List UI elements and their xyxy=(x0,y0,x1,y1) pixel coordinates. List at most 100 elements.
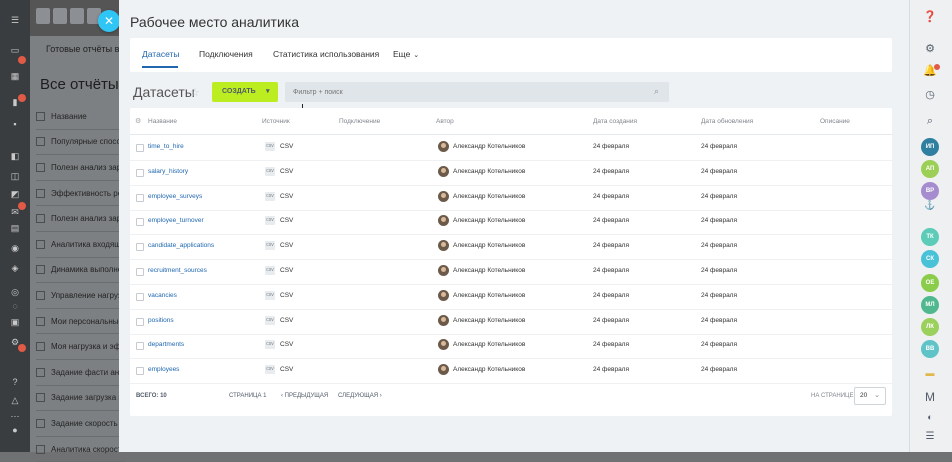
notes-icon[interactable]: ▬ xyxy=(921,364,939,382)
table-row[interactable]: departments csv CSV Александр Котельников 24… xyxy=(130,333,892,360)
prev-page-link[interactable]: ‹ ПРЕДЫДУЩАЯ xyxy=(281,393,328,399)
clock-icon[interactable]: ◷ xyxy=(921,86,939,104)
list-item[interactable]: Эффективность рекл xyxy=(36,181,126,207)
column-header-source[interactable]: Источник xyxy=(262,118,290,125)
shop-icon[interactable]: ◈ xyxy=(8,262,22,274)
checkbox[interactable] xyxy=(36,111,45,121)
list-item[interactable]: Аналитика входящих xyxy=(36,232,126,258)
row-checkbox[interactable] xyxy=(136,243,144,252)
dataset-author[interactable]: Александр Котельников xyxy=(453,341,525,348)
checkbox[interactable] xyxy=(36,342,45,352)
chat-icon[interactable]: ▭ xyxy=(8,44,22,56)
table-row[interactable]: positions csv CSV Александр Котельников 24 ф… xyxy=(130,309,892,335)
user-avatar[interactable]: ЛК xyxy=(921,318,939,336)
more-icon[interactable]: ⋯ xyxy=(8,410,22,422)
dataset-name-link[interactable]: employees xyxy=(148,366,179,373)
per-page-select[interactable]: 20 ⌄ xyxy=(854,387,886,405)
list-item[interactable]: Динамика выполнени xyxy=(36,258,126,284)
tasks-icon[interactable]: ▦ xyxy=(8,70,22,82)
user-avatar[interactable]: ОЕ xyxy=(921,274,939,292)
dataset-name-link[interactable]: salary_history xyxy=(148,168,188,175)
checkbox[interactable] xyxy=(36,290,45,300)
dataset-name-link[interactable]: positions xyxy=(148,317,174,324)
search-icon[interactable]: ⌕ xyxy=(921,112,939,130)
dataset-name-link[interactable]: employee_turnover xyxy=(148,217,204,224)
search-icon[interactable]: ⌕ xyxy=(654,86,659,97)
user-avatar[interactable]: ВВ xyxy=(921,340,939,358)
user-avatar[interactable]: МЛ xyxy=(921,296,939,314)
tab-datasets[interactable]: Датасеты xyxy=(142,49,180,59)
apps-icon[interactable]: ▣ xyxy=(8,316,22,328)
menu-icon[interactable]: ☰ xyxy=(921,428,939,446)
dataset-name-link[interactable]: departments xyxy=(148,341,184,348)
dataset-author[interactable]: Александр Котельников xyxy=(453,292,525,299)
table-row[interactable]: candidate_applications csv CSV Александр Ко… xyxy=(130,234,892,261)
tab-connections[interactable]: Подключения xyxy=(199,49,253,59)
contacts-icon[interactable]: ◫ xyxy=(8,170,22,182)
row-checkbox[interactable] xyxy=(136,168,144,177)
table-row[interactable]: employee_turnover csv CSV Александр Котельн… xyxy=(130,209,892,236)
dataset-name-link[interactable]: recruitment_sources xyxy=(148,267,207,274)
checkbox[interactable] xyxy=(36,239,45,249)
table-row[interactable]: time_to_hire csv CSV Александр Котельников 2… xyxy=(130,135,892,161)
user-avatar[interactable]: СК xyxy=(921,250,939,268)
search-input[interactable] xyxy=(293,85,623,99)
list-item[interactable]: Название xyxy=(36,104,126,130)
dataset-name-link[interactable]: candidate_applications xyxy=(148,242,214,249)
dataset-author[interactable]: Александр Котельников xyxy=(453,242,525,249)
gear-icon[interactable]: ⚙ xyxy=(135,117,141,125)
list-item[interactable]: Задание загрузка ите xyxy=(36,386,126,412)
column-header-name[interactable]: Название xyxy=(148,118,177,125)
row-checkbox[interactable] xyxy=(136,342,144,351)
row-checkbox[interactable] xyxy=(136,317,144,326)
list-item[interactable]: Популярные способы xyxy=(36,130,126,156)
dataset-author[interactable]: Александр Котельников xyxy=(453,193,525,200)
row-checkbox[interactable] xyxy=(136,367,144,376)
checkbox[interactable] xyxy=(36,137,45,147)
table-row[interactable]: vacancies csv CSV Александр Котельников 24 ф… xyxy=(130,284,892,310)
list-item[interactable]: Управление нагрузк xyxy=(36,283,126,309)
tab-usage-statistics[interactable]: Статистика использования xyxy=(273,49,379,59)
table-row[interactable]: employee_surveys csv CSV Александр Котельни… xyxy=(130,185,892,211)
sites-icon[interactable]: ◉ xyxy=(8,242,22,254)
next-page-link[interactable]: СЛЕДУЮЩАЯ › xyxy=(338,393,382,399)
menu-icon[interactable]: ☰ xyxy=(8,14,22,26)
dataset-author[interactable]: Александр Котельников xyxy=(453,217,525,224)
checkbox[interactable] xyxy=(36,393,45,403)
row-checkbox[interactable] xyxy=(136,193,144,202)
column-header-created[interactable]: Дата создания xyxy=(593,118,637,125)
user-avatar[interactable]: АП xyxy=(921,160,939,178)
checkbox[interactable] xyxy=(36,367,45,377)
logo-m-icon[interactable]: M xyxy=(921,388,939,406)
group-icon[interactable]: ◎ xyxy=(8,286,22,298)
list-item[interactable]: Задание скорость раб xyxy=(36,411,126,437)
dataset-name-link[interactable]: employee_surveys xyxy=(148,193,202,200)
list-item[interactable]: Полезн анализ зарп xyxy=(36,206,126,232)
dataset-author[interactable]: Александр Котельников xyxy=(453,366,525,373)
favorite-star-icon[interactable]: ☆ xyxy=(190,86,200,99)
checkbox[interactable] xyxy=(36,316,45,326)
list-item[interactable]: Задание фасти анали xyxy=(36,360,126,386)
user-avatar[interactable]: ИП xyxy=(921,138,939,156)
column-header-description[interactable]: Описание xyxy=(820,118,850,125)
column-header-author[interactable]: Автор xyxy=(436,118,454,125)
list-item[interactable]: Аналитика скорости xyxy=(36,437,126,462)
user-icon[interactable]: ● xyxy=(8,424,22,436)
dataset-author[interactable]: Александр Котельников xyxy=(453,168,525,175)
dataset-author[interactable]: Александр Котельников xyxy=(453,317,525,324)
calendar-icon[interactable]: ▤ xyxy=(8,222,22,234)
user-avatar[interactable]: ТК xyxy=(921,228,939,246)
dataset-author[interactable]: Александр Котельников xyxy=(453,143,525,150)
chevron-down-icon[interactable]: ▾ xyxy=(266,87,270,95)
row-checkbox[interactable] xyxy=(136,292,144,301)
checkbox[interactable] xyxy=(36,418,45,428)
list-item[interactable]: Мои персональные xyxy=(36,309,126,335)
crm-icon[interactable]: ◧ xyxy=(8,150,22,162)
help-icon[interactable]: ? xyxy=(8,376,22,388)
marketing-icon[interactable]: ◌ xyxy=(8,300,22,312)
list-item[interactable]: Моя нагрузка и эффе xyxy=(36,334,126,360)
pin-icon[interactable]: ⚓ xyxy=(921,196,939,214)
feed-icon[interactable]: ▪ xyxy=(8,118,22,130)
tab-more[interactable]: Еще ⌄ xyxy=(393,49,419,59)
row-checkbox[interactable] xyxy=(136,268,144,276)
